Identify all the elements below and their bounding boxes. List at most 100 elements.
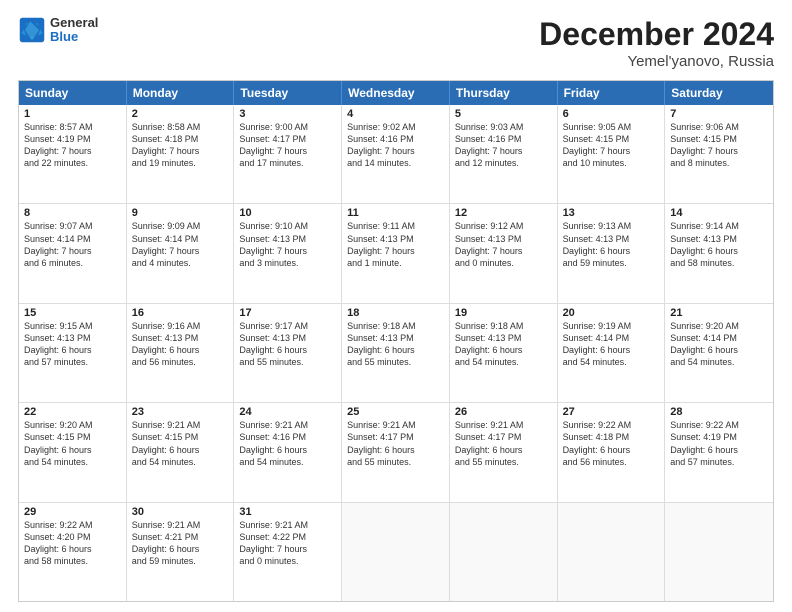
cal-cell-3-1: 15Sunrise: 9:15 AMSunset: 4:13 PMDayligh… [19, 304, 127, 402]
cal-cell-2-1: 8Sunrise: 9:07 AMSunset: 4:14 PMDaylight… [19, 204, 127, 302]
cal-cell-3-7: 21Sunrise: 9:20 AMSunset: 4:14 PMDayligh… [665, 304, 773, 402]
day-number: 10 [239, 207, 336, 219]
cal-cell-5-5 [450, 503, 558, 601]
cal-cell-4-5: 26Sunrise: 9:21 AMSunset: 4:17 PMDayligh… [450, 403, 558, 501]
day-info: Sunrise: 9:21 AMSunset: 4:15 PMDaylight:… [132, 419, 229, 468]
day-info: Sunrise: 9:22 AMSunset: 4:20 PMDaylight:… [24, 519, 121, 568]
day-info: Sunrise: 9:21 AMSunset: 4:16 PMDaylight:… [239, 419, 336, 468]
day-number: 31 [239, 506, 336, 518]
cal-cell-3-4: 18Sunrise: 9:18 AMSunset: 4:13 PMDayligh… [342, 304, 450, 402]
day-info: Sunrise: 9:05 AMSunset: 4:15 PMDaylight:… [563, 121, 660, 170]
day-info: Sunrise: 8:57 AMSunset: 4:19 PMDaylight:… [24, 121, 121, 170]
cal-cell-3-6: 20Sunrise: 9:19 AMSunset: 4:14 PMDayligh… [558, 304, 666, 402]
day-info: Sunrise: 9:09 AMSunset: 4:14 PMDaylight:… [132, 220, 229, 269]
day-number: 30 [132, 506, 229, 518]
day-number: 12 [455, 207, 552, 219]
day-number: 25 [347, 406, 444, 418]
day-info: Sunrise: 9:03 AMSunset: 4:16 PMDaylight:… [455, 121, 552, 170]
day-info: Sunrise: 9:22 AMSunset: 4:18 PMDaylight:… [563, 419, 660, 468]
day-info: Sunrise: 9:19 AMSunset: 4:14 PMDaylight:… [563, 320, 660, 369]
day-number: 22 [24, 406, 121, 418]
day-info: Sunrise: 8:58 AMSunset: 4:18 PMDaylight:… [132, 121, 229, 170]
cal-cell-5-7 [665, 503, 773, 601]
day-info: Sunrise: 9:10 AMSunset: 4:13 PMDaylight:… [239, 220, 336, 269]
header: General Blue December 2024 Yemel'yanovo,… [18, 16, 774, 70]
day-number: 28 [670, 406, 768, 418]
day-number: 27 [563, 406, 660, 418]
cal-cell-2-2: 9Sunrise: 9:09 AMSunset: 4:14 PMDaylight… [127, 204, 235, 302]
day-info: Sunrise: 9:02 AMSunset: 4:16 PMDaylight:… [347, 121, 444, 170]
day-number: 15 [24, 307, 121, 319]
cal-cell-4-3: 24Sunrise: 9:21 AMSunset: 4:16 PMDayligh… [234, 403, 342, 501]
week-row-2: 8Sunrise: 9:07 AMSunset: 4:14 PMDaylight… [19, 203, 773, 302]
day-info: Sunrise: 9:13 AMSunset: 4:13 PMDaylight:… [563, 220, 660, 269]
header-monday: Monday [127, 81, 235, 105]
cal-cell-2-4: 11Sunrise: 9:11 AMSunset: 4:13 PMDayligh… [342, 204, 450, 302]
page: General Blue December 2024 Yemel'yanovo,… [0, 0, 792, 612]
cal-cell-1-6: 6Sunrise: 9:05 AMSunset: 4:15 PMDaylight… [558, 105, 666, 203]
month-title: December 2024 [539, 16, 774, 53]
day-info: Sunrise: 9:12 AMSunset: 4:13 PMDaylight:… [455, 220, 552, 269]
calendar-header: Sunday Monday Tuesday Wednesday Thursday… [19, 81, 773, 105]
cal-cell-1-1: 1Sunrise: 8:57 AMSunset: 4:19 PMDaylight… [19, 105, 127, 203]
cal-cell-5-1: 29Sunrise: 9:22 AMSunset: 4:20 PMDayligh… [19, 503, 127, 601]
cal-cell-2-6: 13Sunrise: 9:13 AMSunset: 4:13 PMDayligh… [558, 204, 666, 302]
day-info: Sunrise: 9:21 AMSunset: 4:17 PMDaylight:… [455, 419, 552, 468]
day-info: Sunrise: 9:20 AMSunset: 4:15 PMDaylight:… [24, 419, 121, 468]
cal-cell-5-3: 31Sunrise: 9:21 AMSunset: 4:22 PMDayligh… [234, 503, 342, 601]
header-sunday: Sunday [19, 81, 127, 105]
day-number: 6 [563, 108, 660, 120]
day-info: Sunrise: 9:16 AMSunset: 4:13 PMDaylight:… [132, 320, 229, 369]
cal-cell-5-2: 30Sunrise: 9:21 AMSunset: 4:21 PMDayligh… [127, 503, 235, 601]
cal-cell-1-7: 7Sunrise: 9:06 AMSunset: 4:15 PMDaylight… [665, 105, 773, 203]
header-friday: Friday [558, 81, 666, 105]
day-info: Sunrise: 9:14 AMSunset: 4:13 PMDaylight:… [670, 220, 768, 269]
header-wednesday: Wednesday [342, 81, 450, 105]
day-info: Sunrise: 9:00 AMSunset: 4:17 PMDaylight:… [239, 121, 336, 170]
cal-cell-4-7: 28Sunrise: 9:22 AMSunset: 4:19 PMDayligh… [665, 403, 773, 501]
day-number: 4 [347, 108, 444, 120]
day-number: 16 [132, 307, 229, 319]
day-info: Sunrise: 9:18 AMSunset: 4:13 PMDaylight:… [455, 320, 552, 369]
day-number: 3 [239, 108, 336, 120]
day-info: Sunrise: 9:11 AMSunset: 4:13 PMDaylight:… [347, 220, 444, 269]
day-number: 13 [563, 207, 660, 219]
day-info: Sunrise: 9:21 AMSunset: 4:21 PMDaylight:… [132, 519, 229, 568]
day-number: 20 [563, 307, 660, 319]
week-row-3: 15Sunrise: 9:15 AMSunset: 4:13 PMDayligh… [19, 303, 773, 402]
cal-cell-1-3: 3Sunrise: 9:00 AMSunset: 4:17 PMDaylight… [234, 105, 342, 203]
day-number: 7 [670, 108, 768, 120]
day-number: 11 [347, 207, 444, 219]
day-info: Sunrise: 9:17 AMSunset: 4:13 PMDaylight:… [239, 320, 336, 369]
day-number: 19 [455, 307, 552, 319]
cal-cell-4-4: 25Sunrise: 9:21 AMSunset: 4:17 PMDayligh… [342, 403, 450, 501]
day-info: Sunrise: 9:15 AMSunset: 4:13 PMDaylight:… [24, 320, 121, 369]
day-number: 26 [455, 406, 552, 418]
cal-cell-1-5: 5Sunrise: 9:03 AMSunset: 4:16 PMDaylight… [450, 105, 558, 203]
cal-cell-5-4 [342, 503, 450, 601]
cal-cell-4-6: 27Sunrise: 9:22 AMSunset: 4:18 PMDayligh… [558, 403, 666, 501]
day-number: 29 [24, 506, 121, 518]
header-thursday: Thursday [450, 81, 558, 105]
title-block: December 2024 Yemel'yanovo, Russia [539, 16, 774, 70]
cal-cell-2-7: 14Sunrise: 9:14 AMSunset: 4:13 PMDayligh… [665, 204, 773, 302]
day-number: 23 [132, 406, 229, 418]
cal-cell-5-6 [558, 503, 666, 601]
week-row-5: 29Sunrise: 9:22 AMSunset: 4:20 PMDayligh… [19, 502, 773, 601]
day-info: Sunrise: 9:06 AMSunset: 4:15 PMDaylight:… [670, 121, 768, 170]
day-info: Sunrise: 9:21 AMSunset: 4:17 PMDaylight:… [347, 419, 444, 468]
cal-cell-1-4: 4Sunrise: 9:02 AMSunset: 4:16 PMDaylight… [342, 105, 450, 203]
day-info: Sunrise: 9:18 AMSunset: 4:13 PMDaylight:… [347, 320, 444, 369]
day-number: 2 [132, 108, 229, 120]
day-number: 14 [670, 207, 768, 219]
logo-icon [18, 16, 46, 44]
day-number: 5 [455, 108, 552, 120]
week-row-1: 1Sunrise: 8:57 AMSunset: 4:19 PMDaylight… [19, 105, 773, 203]
location: Yemel'yanovo, Russia [539, 53, 774, 70]
week-row-4: 22Sunrise: 9:20 AMSunset: 4:15 PMDayligh… [19, 402, 773, 501]
calendar-body: 1Sunrise: 8:57 AMSunset: 4:19 PMDaylight… [19, 105, 773, 601]
day-info: Sunrise: 9:20 AMSunset: 4:14 PMDaylight:… [670, 320, 768, 369]
day-number: 17 [239, 307, 336, 319]
logo-text: General Blue [50, 16, 98, 45]
day-info: Sunrise: 9:21 AMSunset: 4:22 PMDaylight:… [239, 519, 336, 568]
